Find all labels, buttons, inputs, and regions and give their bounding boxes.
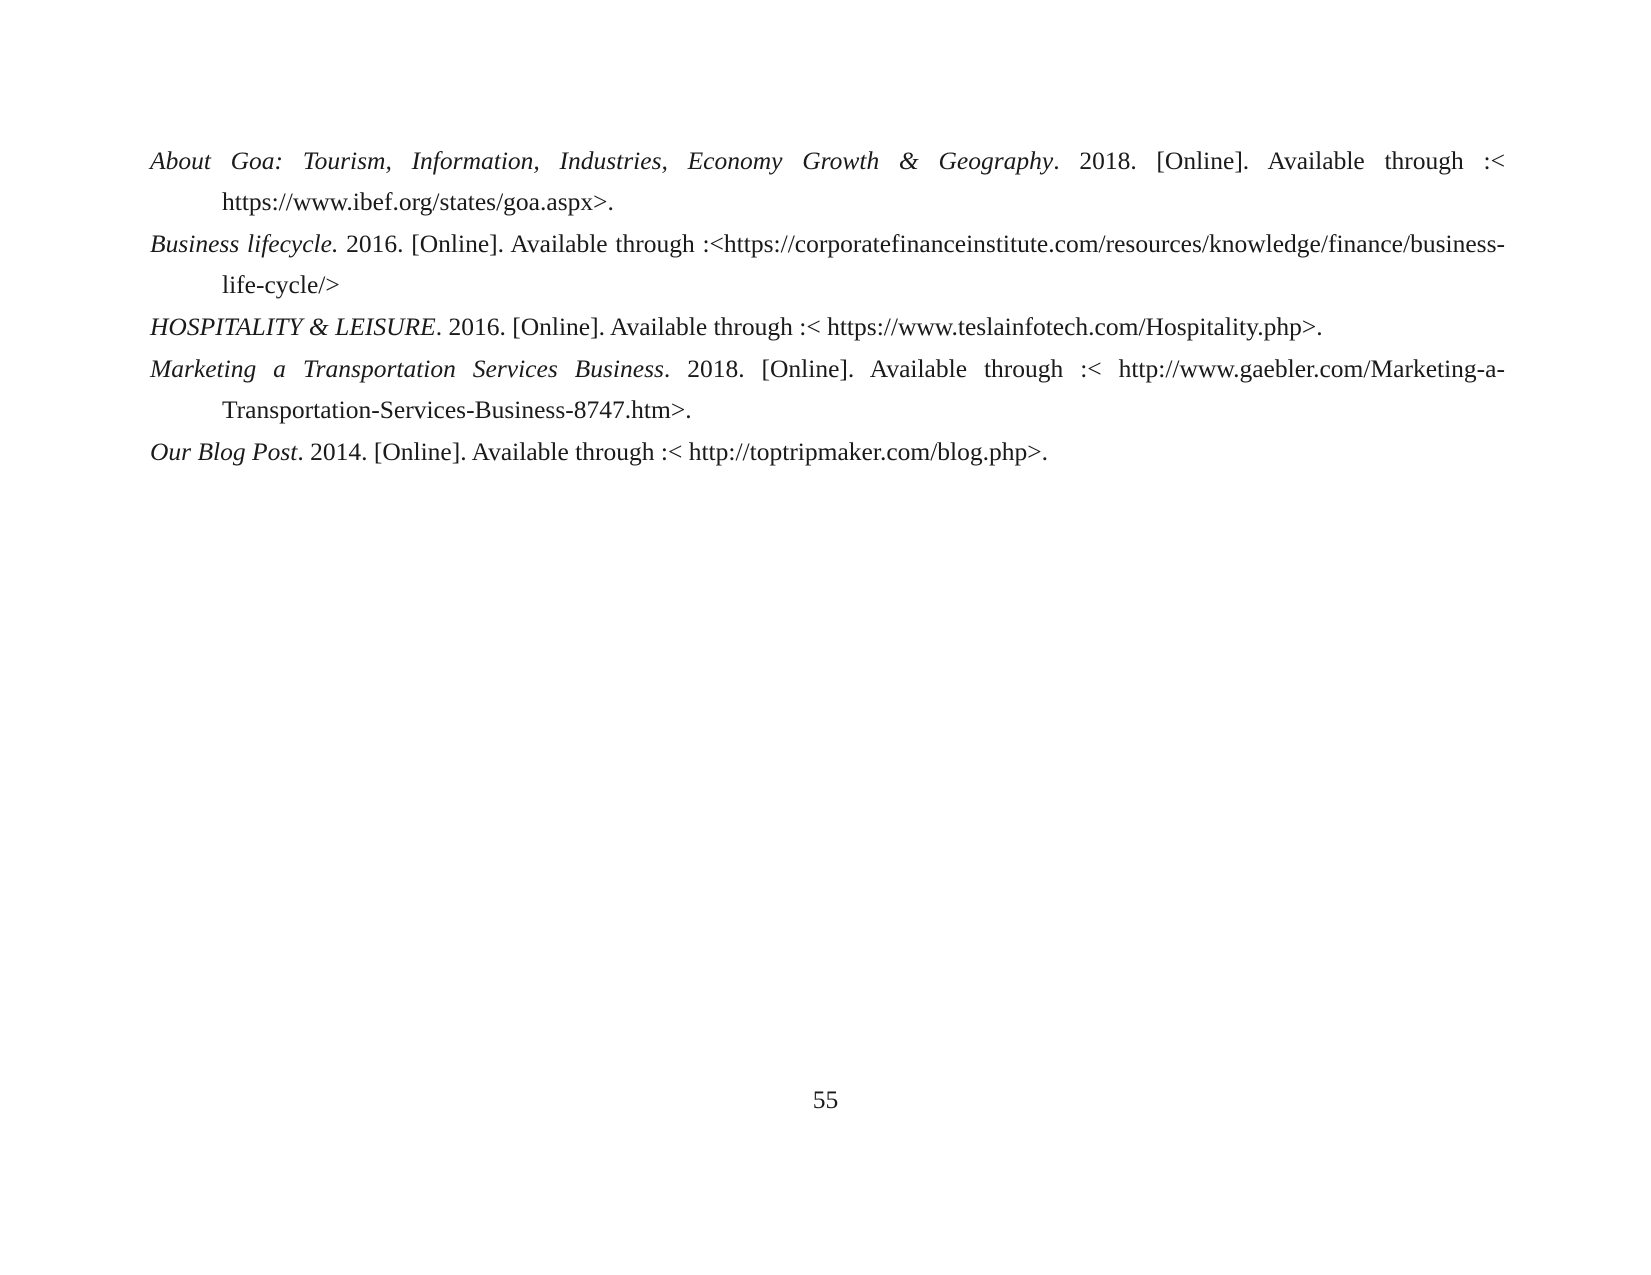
- reference-list: About Goa: Tourism, Information, Industr…: [150, 140, 1505, 473]
- reference-entry: HOSPITALITY & LEISURE. 2016. [Online]. A…: [150, 306, 1505, 347]
- reference-title: Marketing a Transportation Services Busi…: [150, 354, 664, 383]
- document-page: About Goa: Tourism, Information, Industr…: [0, 0, 1651, 1275]
- reference-title: HOSPITALITY & LEISURE: [150, 312, 436, 341]
- reference-title: About Goa: Tourism, Information, Industr…: [150, 146, 1054, 175]
- reference-entry: About Goa: Tourism, Information, Industr…: [150, 140, 1505, 222]
- reference-details: 2016. [Online]. Available through :<http…: [222, 229, 1505, 299]
- reference-details: . 2014. [Online]. Available through :< h…: [297, 437, 1049, 466]
- reference-entry: Marketing a Transportation Services Busi…: [150, 348, 1505, 430]
- reference-entry: Business lifecycle. 2016. [Online]. Avai…: [150, 223, 1505, 305]
- reference-entry: Our Blog Post. 2014. [Online]. Available…: [150, 431, 1505, 472]
- page-number: 55: [812, 1085, 839, 1114]
- reference-title: Business lifecycle.: [150, 229, 339, 258]
- reference-details: . 2016. [Online]. Available through :< h…: [435, 312, 1323, 341]
- reference-title: Our Blog Post: [150, 437, 298, 466]
